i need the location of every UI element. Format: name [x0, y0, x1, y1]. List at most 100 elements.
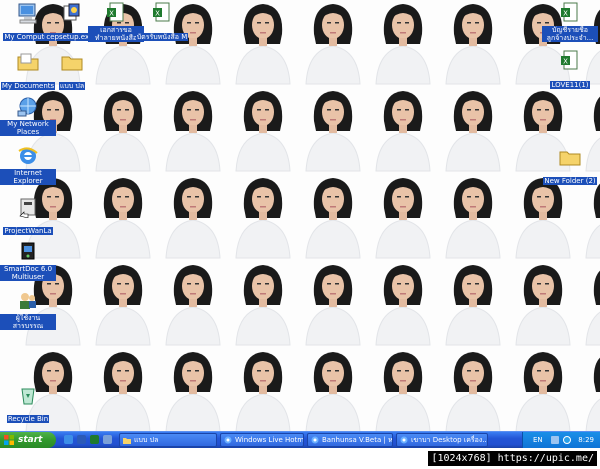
- image-caption: [1024x768] https://upic.me/: [0, 448, 600, 469]
- my-computer-icon: [18, 3, 37, 24]
- language-indicator[interactable]: EN: [533, 432, 543, 448]
- wallpaper-tile: [235, 4, 291, 85]
- icon-label: บัญชีรายชื่อ ลูกจ้างประจำ...: [542, 26, 598, 42]
- wallpaper-tile: [95, 265, 151, 346]
- task-label: Windows Live Hotmail...: [235, 436, 304, 444]
- excel-document-2[interactable]: X บัตรรับหนังสือ M: [134, 2, 190, 43]
- wallpaper-tile: [375, 352, 431, 431]
- wallpaper-tile: [375, 4, 431, 85]
- wallpaper-tile: [445, 352, 501, 431]
- wallpaper-tile: [445, 178, 501, 259]
- excel-doc-icon: X: [561, 50, 578, 70]
- wallpaper-tile: [305, 91, 361, 172]
- ie-icon: [311, 436, 319, 444]
- internet-explorer-icon: [18, 147, 38, 164]
- wallpaper-tile: [305, 178, 361, 259]
- shortcut-icon: [19, 198, 36, 218]
- task-label: แบบ ปล: [134, 436, 159, 444]
- svg-text:X: X: [155, 10, 160, 18]
- folder-icon: [17, 53, 39, 71]
- wallpaper-tile: [585, 183, 600, 259]
- svg-text:X: X: [563, 58, 568, 66]
- installer-icon: [63, 3, 80, 21]
- excel-document-3[interactable]: X บัญชีรายชื่อ ลูกจ้างประจำ...: [542, 2, 598, 44]
- icon-label: New Folder (2): [543, 177, 597, 185]
- quicklaunch-desktop-icon[interactable]: [103, 435, 112, 444]
- users-icon: [20, 293, 36, 309]
- excel-doc-icon: X: [561, 2, 578, 22]
- start-label: start: [18, 435, 43, 445]
- wallpaper-tile: [445, 91, 501, 172]
- folder-icon: [559, 151, 581, 166]
- svg-text:X: X: [109, 10, 114, 18]
- wallpaper-tile: [95, 178, 151, 259]
- users-shortcut[interactable]: ผู้ใช้งาน สารบรรณ: [0, 290, 56, 332]
- icon-label: SmartDoc 6.0 Multiuser: [0, 265, 56, 281]
- smartdoc-icon: [21, 242, 35, 260]
- recycle-bin-shortcut[interactable]: Recycle Bin: [0, 384, 56, 425]
- wallpaper-tile: [585, 357, 600, 431]
- quicklaunch-excel-icon[interactable]: [90, 435, 99, 444]
- internet-explorer-shortcut[interactable]: Internet Explorer: [0, 145, 56, 187]
- folder-shortcut[interactable]: แบบ ปล: [44, 51, 100, 92]
- taskbar-item-desktop[interactable]: เขาบา Desktop เครื่อง...: [396, 433, 488, 447]
- wallpaper-tile: [95, 352, 151, 431]
- wallpaper-tile: [305, 4, 361, 85]
- quicklaunch-word-icon[interactable]: [77, 435, 86, 444]
- wallpaper-tile: [165, 265, 221, 346]
- excel-doc-icon: X: [153, 2, 170, 22]
- wallpaper-tile: [165, 91, 221, 172]
- new-folder-2-shortcut[interactable]: New Folder (2): [542, 146, 598, 187]
- icon-label: บัตรรับหนังสือ M: [135, 33, 189, 41]
- ie-icon: [400, 436, 408, 444]
- watermark-text: [1024x768] https://upic.me/: [428, 451, 597, 466]
- skype-icon[interactable]: [563, 436, 571, 444]
- task-label: เขาบา Desktop เครื่อง...: [411, 436, 488, 444]
- desktop[interactable]: My Computer cepsetup.exe1 X เอกสารขอ ทำล…: [0, 0, 600, 431]
- icon-label: Internet Explorer: [0, 169, 56, 185]
- smartdoc-shortcut[interactable]: SmartDoc 6.0 Multiuser: [0, 241, 56, 283]
- start-button[interactable]: start: [0, 432, 56, 448]
- wallpaper-tile: [235, 91, 291, 172]
- wallpaper-tile: [515, 265, 571, 346]
- projectwanla-shortcut[interactable]: ProjectWanLa: [0, 196, 56, 237]
- my-network-places-shortcut[interactable]: My Network Places: [0, 96, 56, 138]
- wallpaper-tile: [375, 91, 431, 172]
- icon-label: Recycle Bin: [6, 415, 50, 423]
- task-label: Banhunsa V.Beta | หน...: [322, 436, 393, 444]
- taskbar: start แบบ ปล Windows Live Hotmail... Ban…: [0, 431, 600, 448]
- network-icon[interactable]: [551, 436, 559, 444]
- wallpaper-tile: [235, 178, 291, 259]
- wallpaper-tile: [165, 352, 221, 431]
- system-tray: EN 8:29: [522, 432, 600, 448]
- wallpaper-tile: [235, 265, 291, 346]
- icon-label: ProjectWanLa: [3, 227, 53, 235]
- folder-icon: [123, 438, 131, 444]
- clock[interactable]: 8:29: [578, 432, 594, 448]
- network-places-icon: [17, 97, 37, 117]
- ie-icon: [224, 436, 232, 444]
- wallpaper-tile: [445, 4, 501, 85]
- windows-flag-icon: [4, 435, 14, 445]
- wallpaper-tile: [235, 352, 291, 431]
- wallpaper-tile: [445, 265, 501, 346]
- taskbar-item-banhunsa[interactable]: Banhunsa V.Beta | หน...: [307, 433, 393, 447]
- taskbar-item-hotmail[interactable]: Windows Live Hotmail...: [220, 433, 304, 447]
- folder-icon: [61, 56, 83, 71]
- wallpaper-tile: [165, 178, 221, 259]
- wallpaper-tile: [375, 178, 431, 259]
- icon-label: My Network Places: [0, 120, 56, 136]
- wallpaper-tile: [515, 178, 571, 259]
- quicklaunch-ie-icon[interactable]: [64, 435, 73, 444]
- taskbar-item-folder[interactable]: แบบ ปล: [119, 433, 217, 447]
- wallpaper-tile: [95, 91, 151, 172]
- icon-label: LOVE11(1): [550, 81, 590, 89]
- recycle-bin-icon: [21, 388, 35, 405]
- icon-label: แบบ ปล: [58, 82, 86, 90]
- excel-doc-icon: X: [107, 2, 124, 22]
- wallpaper-tile: [305, 265, 361, 346]
- wallpaper-tile: [585, 270, 600, 346]
- excel-document-4[interactable]: X LOVE11(1): [542, 50, 598, 91]
- wallpaper-tile: [305, 352, 361, 431]
- icon-label: ผู้ใช้งาน สารบรรณ: [0, 314, 56, 330]
